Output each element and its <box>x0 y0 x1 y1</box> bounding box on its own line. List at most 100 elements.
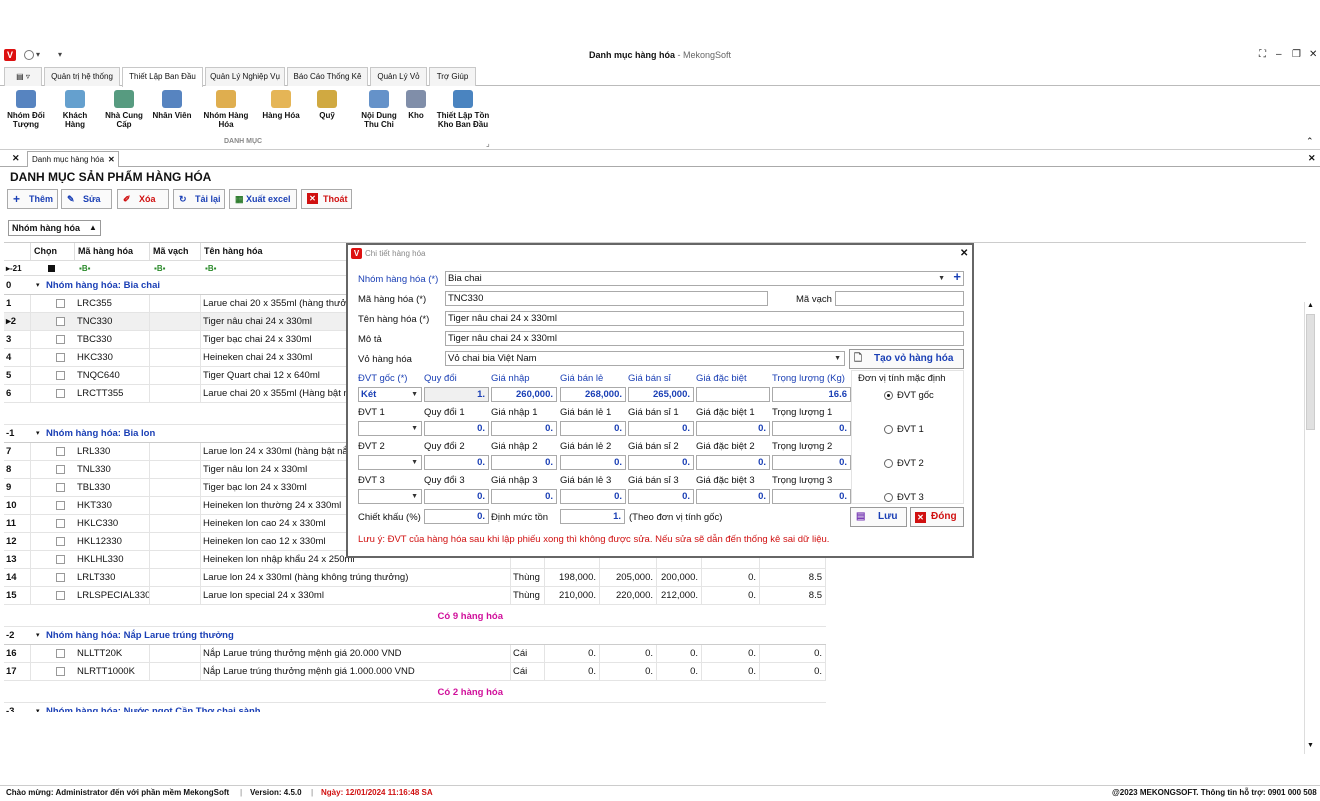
row-checkbox[interactable] <box>56 649 65 658</box>
collapse-icon[interactable]: ▾ <box>34 277 40 294</box>
row-checkbox[interactable] <box>56 573 65 582</box>
row-checkbox[interactable] <box>56 555 65 564</box>
scroll-down-icon[interactable]: ▼ <box>1307 742 1314 749</box>
scroll-thumb[interactable] <box>1306 314 1315 430</box>
unit-value-field[interactable]: 260,000. <box>491 387 557 402</box>
ribbon-button-9[interactable]: Thiết Lập Tồn Kho Ban Đầu <box>435 90 491 129</box>
filter-code-icon[interactable]: ▪B▪ <box>79 261 90 276</box>
table-row[interactable]: 14 LRLT330 Larue lon 24 x 330ml (hàng khôn… <box>4 569 826 587</box>
unit-value-field[interactable]: 0. <box>696 455 770 470</box>
collapse-icon[interactable]: ▾ <box>34 703 40 712</box>
delete-button[interactable]: ✐ Xóa <box>117 189 169 209</box>
ribbon-button-1[interactable]: Khách Hàng <box>57 90 93 129</box>
save-button[interactable]: ▤ Lưu <box>850 507 907 527</box>
unit-select[interactable]: ▼ <box>358 489 422 504</box>
stock-field[interactable]: 1. <box>560 509 625 524</box>
row-checkbox[interactable] <box>56 335 65 344</box>
row-checkbox[interactable] <box>56 299 65 308</box>
filter-barcode-icon[interactable]: ▪B▪ <box>154 261 165 276</box>
tab-operations[interactable]: Quản Lý Nghiệp Vụ <box>205 67 285 86</box>
unit-value-field[interactable]: 0. <box>491 421 557 436</box>
unit-value-field[interactable]: 0. <box>560 421 626 436</box>
tab-system[interactable]: Quản trị hệ thống <box>44 67 120 86</box>
ribbon-button-2[interactable]: Nhà Cung Cấp <box>103 90 145 129</box>
fullscreen-icon[interactable]: ⛶ <box>1259 49 1266 60</box>
group-select[interactable]: Bia chai ▼ + <box>445 271 964 286</box>
radio-default-unit-0[interactable] <box>884 391 893 400</box>
close-doc-icon[interactable]: ✕ <box>1308 153 1316 164</box>
unit-value-field[interactable]: 0. <box>772 421 851 436</box>
collapse-icon[interactable]: ▾ <box>34 425 40 442</box>
unit-value-field[interactable]: 268,000. <box>560 387 626 402</box>
row-checkbox[interactable] <box>56 389 65 398</box>
collapse-icon[interactable]: ▾ <box>34 627 40 644</box>
add-group-icon[interactable]: + <box>953 272 961 283</box>
unit-value-field[interactable]: 0. <box>628 455 694 470</box>
tab-shell[interactable]: Quản Lý Vỏ <box>370 67 427 86</box>
ribbon-expand-icon[interactable]: ⌟ <box>486 139 490 148</box>
unit-value-field[interactable]: 0. <box>560 455 626 470</box>
unit-value-field[interactable]: 0. <box>696 421 770 436</box>
col-code[interactable]: Mã hàng hóa <box>75 243 150 260</box>
dialog-close-icon[interactable]: ✕ <box>960 245 968 263</box>
tab-help[interactable]: Trợ Giúp <box>429 67 476 86</box>
add-button[interactable]: + Thêm <box>7 189 58 209</box>
row-checkbox[interactable] <box>56 447 65 456</box>
col-barcode[interactable]: Mã vạch <box>150 243 201 260</box>
vertical-scrollbar[interactable]: ▲ ▼ <box>1304 302 1316 754</box>
unit-value-field[interactable]: 0. <box>772 455 851 470</box>
unit-select[interactable]: ▼ <box>358 421 422 436</box>
shell-select[interactable]: Vỏ chai bia Việt Nam ▼ <box>445 351 845 366</box>
row-checkbox[interactable] <box>56 317 65 326</box>
unit-value-field[interactable]: 265,000. <box>628 387 694 402</box>
discount-field[interactable]: 0. <box>424 509 489 524</box>
close-tab-icon[interactable]: ✕ <box>108 152 115 167</box>
radio-default-unit-1[interactable] <box>884 425 893 434</box>
unit-value-field[interactable]: 0. <box>424 421 489 436</box>
barcode-field[interactable] <box>835 291 964 306</box>
unit-value-field[interactable] <box>696 387 770 402</box>
select-all-checkbox[interactable] <box>48 265 55 272</box>
ribbon-button-5[interactable]: Hàng Hóa <box>260 90 302 120</box>
close-button[interactable]: ✕ Đóng <box>910 507 964 527</box>
unit-value-field[interactable]: 0. <box>491 455 557 470</box>
code-field[interactable]: TNC330 <box>445 291 768 306</box>
ribbon-button-6[interactable]: Quỹ <box>315 90 339 120</box>
tab-setup[interactable]: Thiết Lập Ban Đầu <box>122 67 203 87</box>
doc-tab-products[interactable]: Danh mục hàng hóa ✕ <box>27 151 119 167</box>
row-checkbox[interactable] <box>56 353 65 362</box>
table-row[interactable]: 15 LRLSPECIAL330 Larue lon special 24 x 33… <box>4 587 826 605</box>
desc-field[interactable]: Tiger nâu chai 24 x 330ml <box>445 331 964 346</box>
tab-app-menu[interactable]: ▤ ▿ <box>4 67 42 86</box>
radio-default-unit-3[interactable] <box>884 493 893 502</box>
unit-select[interactable]: ▼ <box>358 455 422 470</box>
restore-icon[interactable]: ❐ <box>1292 49 1301 60</box>
ribbon-button-4[interactable]: Nhóm Hàng Hóa <box>202 90 250 129</box>
radio-default-unit-2[interactable] <box>884 459 893 468</box>
ribbon-button-3[interactable]: Nhân Viên <box>152 90 192 120</box>
unit-select[interactable]: Két ▼ <box>358 387 422 402</box>
unit-value-field[interactable]: 0. <box>628 489 694 504</box>
exit-button[interactable]: ✕ Thoát <box>301 189 352 209</box>
tab-reports[interactable]: Báo Cáo Thống Kê <box>287 67 368 86</box>
ribbon-button-0[interactable]: Nhóm Đối Tượng <box>4 90 48 129</box>
name-field[interactable]: Tiger nâu chai 24 x 330ml <box>445 311 964 326</box>
filter-name-icon[interactable]: ▪B▪ <box>205 261 216 276</box>
table-row[interactable]: 17 NLRTT1000K Nắp Larue trúng thưởng mệnh … <box>4 663 826 681</box>
row-checkbox[interactable] <box>56 537 65 546</box>
export-excel-button[interactable]: ▦ Xuất excel <box>229 189 297 209</box>
row-checkbox[interactable] <box>56 371 65 380</box>
unit-value-field[interactable]: 16.6 <box>772 387 851 402</box>
ribbon-collapse-icon[interactable]: ⌃ <box>1306 136 1314 147</box>
unit-value-field[interactable]: 0. <box>491 489 557 504</box>
close-window-icon[interactable]: ✕ <box>1309 49 1317 60</box>
reload-button[interactable]: ↻ Tải lại <box>173 189 225 209</box>
col-select[interactable]: Chọn <box>31 243 75 260</box>
minimize-icon[interactable]: – <box>1276 49 1282 60</box>
row-checkbox[interactable] <box>56 501 65 510</box>
row-checkbox[interactable] <box>56 667 65 676</box>
ribbon-button-8[interactable]: Kho <box>405 90 427 120</box>
unit-value-field[interactable]: 0. <box>628 421 694 436</box>
unit-value-field[interactable]: 0. <box>424 455 489 470</box>
group-by-chip[interactable]: Nhóm hàng hóa ▲ <box>8 220 101 236</box>
